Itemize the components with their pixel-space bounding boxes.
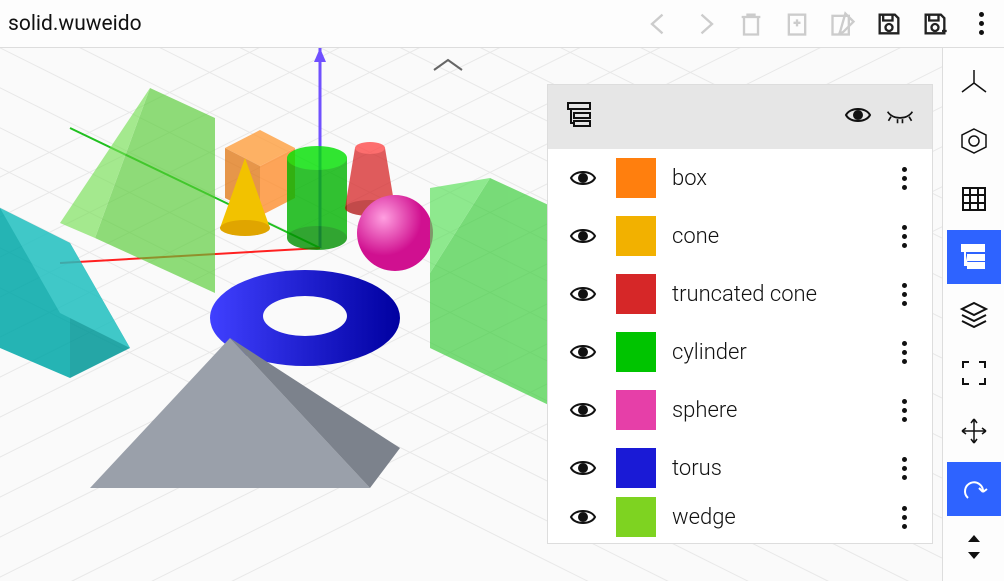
object-label: sphere xyxy=(672,398,876,423)
object-row-sphere[interactable]: sphere xyxy=(548,381,932,439)
back-button[interactable] xyxy=(636,0,682,48)
move-tool-button[interactable] xyxy=(947,404,1001,458)
right-toolbar xyxy=(942,48,1004,581)
row-menu-button[interactable] xyxy=(892,283,916,306)
shape-wedge-green-2 xyxy=(430,178,555,408)
shape-pyramid xyxy=(90,338,400,488)
fullscreen-button[interactable] xyxy=(947,346,1001,400)
grid-toggle-button[interactable] xyxy=(947,172,1001,226)
object-row-box[interactable]: box xyxy=(548,149,932,207)
objects-panel-header xyxy=(548,85,932,149)
forward-button[interactable] xyxy=(682,0,728,48)
show-all-icon[interactable] xyxy=(844,101,872,133)
outline-tree-icon xyxy=(566,101,594,133)
object-label: cone xyxy=(672,224,876,249)
object-label: torus xyxy=(672,456,876,481)
visibility-toggle[interactable] xyxy=(566,342,600,362)
top-toolbar: solid.wuweido xyxy=(0,0,1004,48)
row-menu-button[interactable] xyxy=(892,225,916,248)
visibility-toggle[interactable] xyxy=(566,458,600,478)
color-swatch xyxy=(616,448,656,488)
shape-cylinder xyxy=(287,146,347,250)
delete-button[interactable] xyxy=(728,0,774,48)
object-label: box xyxy=(672,166,876,191)
visibility-toggle[interactable] xyxy=(566,507,600,527)
paste-button[interactable] xyxy=(774,0,820,48)
visibility-toggle[interactable] xyxy=(566,226,600,246)
row-menu-button[interactable] xyxy=(892,167,916,190)
color-swatch xyxy=(616,216,656,256)
visibility-toggle[interactable] xyxy=(566,284,600,304)
row-menu-button[interactable] xyxy=(892,341,916,364)
overflow-menu-button[interactable] xyxy=(958,0,1004,48)
edit-button[interactable] xyxy=(820,0,866,48)
save-as-button[interactable] xyxy=(912,0,958,48)
expand-vertical-button[interactable] xyxy=(947,520,1001,574)
color-swatch xyxy=(616,158,656,198)
save-button[interactable] xyxy=(866,0,912,48)
row-menu-button[interactable] xyxy=(892,457,916,480)
object-label: cylinder xyxy=(672,340,876,365)
shape-sphere xyxy=(357,195,433,271)
axes-tool-button[interactable] xyxy=(947,56,1001,110)
object-label: truncated cone xyxy=(672,282,876,307)
row-menu-button[interactable] xyxy=(892,399,916,422)
object-row-wedge[interactable]: wedge xyxy=(548,497,932,537)
object-row-cylinder[interactable]: cylinder xyxy=(548,323,932,381)
color-swatch xyxy=(616,274,656,314)
outline-panel-button[interactable] xyxy=(947,230,1001,284)
visibility-toggle[interactable] xyxy=(566,168,600,188)
object-row-torus[interactable]: torus xyxy=(548,439,932,497)
color-swatch xyxy=(616,497,656,537)
undo-button[interactable] xyxy=(947,462,1001,516)
viewport-3d[interactable]: box cone truncated cone xyxy=(0,48,942,581)
hide-all-icon[interactable] xyxy=(886,101,914,133)
visibility-toggle[interactable] xyxy=(566,400,600,420)
object-row-truncated-cone[interactable]: truncated cone xyxy=(548,265,932,323)
color-swatch xyxy=(616,332,656,372)
collapse-panel-button[interactable] xyxy=(430,56,466,80)
layers-button[interactable] xyxy=(947,288,1001,342)
object-label: wedge xyxy=(672,505,876,530)
row-menu-button[interactable] xyxy=(892,506,916,529)
object-row-cone[interactable]: cone xyxy=(548,207,932,265)
objects-panel: box cone truncated cone xyxy=(547,84,933,544)
color-swatch xyxy=(616,390,656,430)
document-title: solid.wuweido xyxy=(0,12,142,36)
view-cube-button[interactable] xyxy=(947,114,1001,168)
